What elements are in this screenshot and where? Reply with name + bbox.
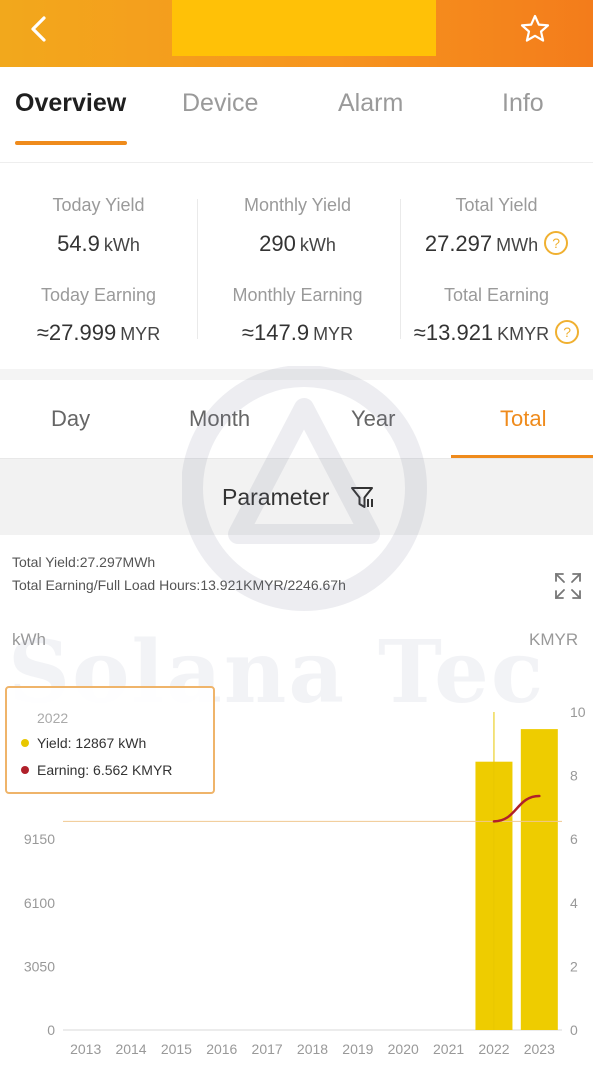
tooltip-earning-label: Earning:: [37, 762, 90, 778]
y-right-tick-label: 4: [570, 895, 578, 911]
yield-legend-dot: [21, 739, 29, 747]
x-tick-label: 2014: [115, 1041, 146, 1057]
x-tick-label: 2015: [161, 1041, 192, 1057]
x-tick-label: 2018: [297, 1041, 328, 1057]
tooltip-earning-value: 6.562 KMYR: [93, 762, 173, 778]
y-right-tick-label: 2: [570, 958, 578, 974]
y-left-tick-label: 0: [47, 1022, 55, 1038]
y-right-tick-label: 0: [570, 1022, 578, 1038]
x-tick-label: 2016: [206, 1041, 237, 1057]
y-left-tick-label: 3050: [24, 958, 55, 974]
x-tick-label: 2022: [478, 1041, 509, 1057]
tooltip-yield-value: 12867 kWh: [75, 735, 147, 751]
chart-tooltip: 2022 Yield: 12867 kWh Earning: 6.562 KMY…: [5, 686, 215, 794]
tooltip-title: 2022: [37, 710, 69, 726]
y-right-tick-label: 8: [570, 768, 578, 784]
x-tick-label: 2023: [524, 1041, 555, 1057]
earning-legend-dot: [21, 766, 29, 774]
solana-logo-icon: [182, 366, 427, 611]
tooltip-earning-row: Earning: 6.562 KMYR: [21, 762, 172, 778]
x-tick-label: 2019: [342, 1041, 373, 1057]
y-left-tick-label: 9150: [24, 831, 55, 847]
y-right-tick-label: 10: [570, 704, 586, 720]
tooltip-yield-label: Yield:: [37, 735, 72, 751]
y-right-tick-label: 6: [570, 831, 578, 847]
x-tick-label: 2021: [433, 1041, 464, 1057]
x-tick-label: 2013: [70, 1041, 101, 1057]
y-left-tick-label: 6100: [24, 895, 55, 911]
tooltip-yield-row: Yield: 12867 kWh: [21, 735, 146, 751]
chart-bar: [520, 729, 558, 1030]
x-tick-label: 2020: [388, 1041, 419, 1057]
x-tick-label: 2017: [252, 1041, 283, 1057]
